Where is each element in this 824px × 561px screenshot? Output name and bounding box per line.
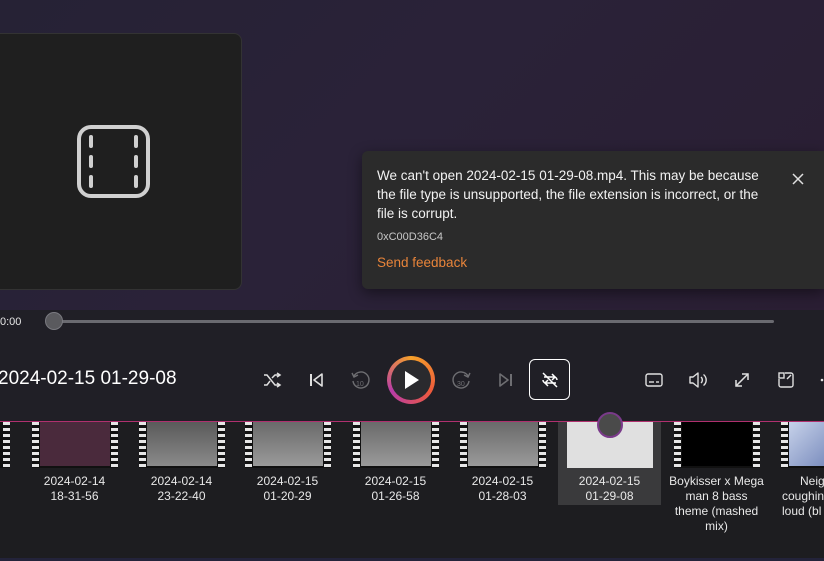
video-thumbnail xyxy=(139,422,225,468)
play-overlay-icon xyxy=(597,412,623,438)
playlist-item[interactable]: 2024-02-14 23-22-40 xyxy=(130,422,233,504)
playlist-item-label: 2024-02-14 18-31-56 xyxy=(43,474,106,503)
volume-button[interactable] xyxy=(688,370,708,390)
error-notification: We can't open 2024-02-15 01-29-08.mp4. T… xyxy=(362,151,824,289)
mini-player-icon xyxy=(778,372,794,388)
playlist-item[interactable]: 2024-02-15 01-26-58 xyxy=(344,422,447,504)
video-thumbnail xyxy=(353,422,439,468)
elapsed-time: 0:00 xyxy=(0,316,22,328)
playlist-item[interactable]: 2024-02-14 18-31-56 xyxy=(23,422,126,504)
video-thumbnail xyxy=(32,422,118,468)
subtitles-button[interactable] xyxy=(644,371,664,389)
playlist-item-label: Boykisser x Mega man 8 bass theme (mashed… xyxy=(669,474,764,533)
skip-back-button[interactable]: 10 xyxy=(349,368,371,392)
video-thumbnail xyxy=(781,422,824,468)
next-icon xyxy=(499,373,512,387)
fullscreen-button[interactable] xyxy=(732,370,752,390)
shuffle-icon xyxy=(264,372,282,388)
error-code: 0xC00D36C4 xyxy=(377,231,444,243)
playlist-item-label: 2024-02-15 01-20-29 xyxy=(256,474,319,503)
previous-button[interactable] xyxy=(306,370,326,390)
send-feedback-link[interactable]: Send feedback xyxy=(377,255,467,270)
skip-forward-icon: 30 xyxy=(452,371,471,389)
video-thumbnail xyxy=(460,422,546,468)
video-thumbnail xyxy=(567,412,653,468)
playlist-item-label: 2024-02-14 23-22-40 xyxy=(150,474,213,503)
fullscreen-icon xyxy=(735,373,749,387)
video-thumbnail xyxy=(674,422,760,468)
playlist-item-label: 2024-02-15 01-28-03 xyxy=(471,474,534,503)
playlist-item-label: Neig coughin loud (bl xyxy=(782,474,824,518)
playlist-item[interactable]: 2024-02-15 01-20-29 xyxy=(236,422,339,504)
skip-forward-label: 30 xyxy=(457,381,465,388)
playlist-item-selected[interactable]: 2024-02-15 01-29-08 xyxy=(558,412,661,505)
video-file-icon xyxy=(76,124,151,199)
seek-bar[interactable] xyxy=(54,320,774,323)
mini-player-button[interactable] xyxy=(776,370,796,390)
playlist-item-partial[interactable]: Neig coughin loud (bl xyxy=(772,422,824,519)
previous-icon xyxy=(310,373,323,387)
seek-thumb[interactable] xyxy=(45,312,63,330)
more-options-icon[interactable] xyxy=(816,376,824,384)
skip-back-icon: 10 xyxy=(351,371,370,389)
video-thumbnail xyxy=(245,422,331,468)
error-message: We can't open 2024-02-15 01-29-08.mp4. T… xyxy=(377,168,759,221)
playlist-item-label: 2024-02-15 01-26-58 xyxy=(364,474,427,503)
playlist-item-label: 2024-02-15 01-29-08 xyxy=(578,474,641,503)
repeat-button[interactable] xyxy=(529,359,570,400)
close-icon[interactable] xyxy=(789,170,807,188)
next-button[interactable] xyxy=(496,370,516,390)
skip-forward-button[interactable]: 30 xyxy=(451,368,473,392)
subtitles-icon xyxy=(645,373,663,387)
play-icon xyxy=(405,371,419,389)
playlist-item[interactable]: 2024-02-15 01-28-03 xyxy=(451,422,554,504)
repeat-off-icon xyxy=(541,371,558,388)
playlist-item[interactable]: Boykisser x Mega man 8 bass theme (mashed… xyxy=(665,422,768,534)
play-button[interactable] xyxy=(387,356,435,404)
volume-icon xyxy=(689,372,707,388)
skip-back-label: 10 xyxy=(356,381,364,388)
media-title: 2024-02-15 01-29-08 xyxy=(0,368,177,389)
shuffle-button[interactable] xyxy=(261,370,283,390)
